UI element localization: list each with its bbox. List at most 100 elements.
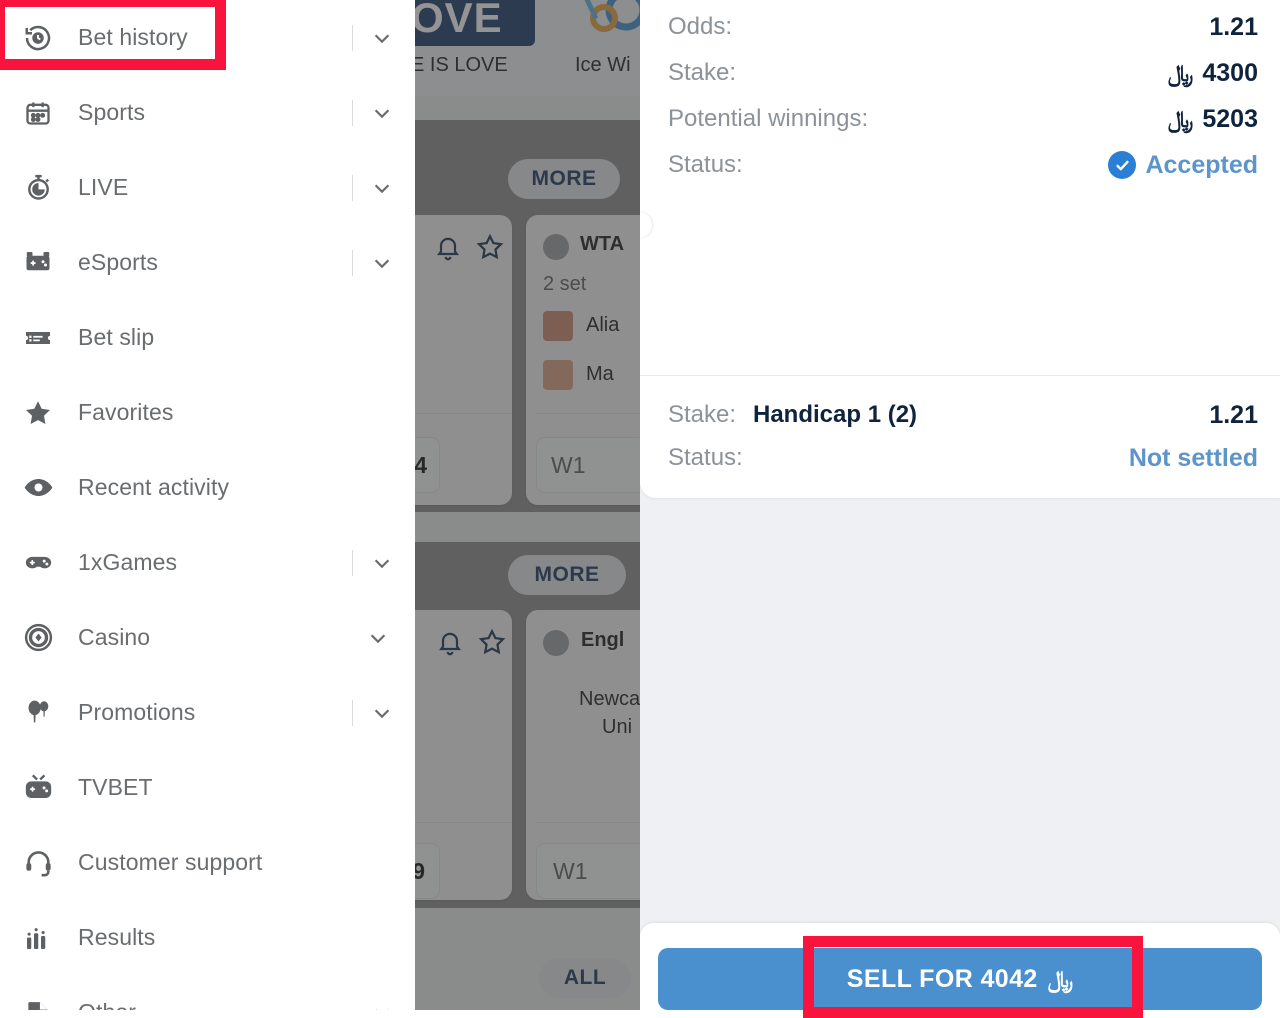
- sidebar-item-label: Customer support: [78, 849, 263, 875]
- banner-caption-left: E IS LOVE: [415, 54, 508, 76]
- chevron-down-icon[interactable]: [371, 27, 393, 49]
- selection-status-value: Not settled: [1128, 443, 1258, 472]
- stake-value: 4300: [1202, 58, 1258, 87]
- chevron-down-icon[interactable]: [371, 1002, 393, 1011]
- sidebar-item-label: Promotions: [78, 699, 196, 725]
- chevron-down-icon[interactable]: [367, 627, 389, 649]
- row-label: Stake:: [668, 59, 737, 86]
- row-value: ﷼ 5203: [1168, 105, 1258, 134]
- status-text: Accepted: [1145, 150, 1258, 179]
- odd-label: W1: [553, 857, 588, 884]
- sidebar-item-label: eSports: [78, 249, 158, 275]
- divider: [352, 174, 353, 201]
- action-bar: SELL FOR 4042 ﷼: [640, 923, 1280, 1010]
- currency-symbol: ﷼: [1047, 965, 1074, 992]
- calendar-icon: [18, 93, 58, 133]
- sidebar-item-expander[interactable]: [352, 546, 393, 580]
- sell-button[interactable]: SELL FOR 4042 ﷼: [658, 948, 1262, 1010]
- chevron-down-icon[interactable]: [371, 102, 393, 124]
- sidebar-item-bet-history[interactable]: Bet history: [0, 0, 415, 75]
- more-button-1[interactable]: MORE: [508, 159, 620, 199]
- sidebar-item-customer-support[interactable]: Customer support: [0, 825, 415, 900]
- sidebar-item-promotions[interactable]: Promotions: [0, 675, 415, 750]
- sidebar-item-expander[interactable]: [352, 246, 393, 280]
- history-icon: [18, 18, 58, 58]
- sidebar-item-expander: [392, 396, 393, 430]
- sidebar-item-expander: [392, 771, 393, 805]
- odd-button-newcastle[interactable]: W1: [536, 843, 640, 899]
- event-card-watford[interactable]: atford 6.9: [415, 610, 512, 900]
- player-name-2: Ma: [586, 363, 614, 385]
- event-card-melbourne[interactable]: elbourne y 1.74: [415, 215, 512, 505]
- row-value: 1.21: [1209, 13, 1258, 42]
- ticket-icon: [18, 318, 58, 358]
- sidebar-item-recent-activity[interactable]: Recent activity: [0, 450, 415, 525]
- sidebar-item-results[interactable]: Results: [0, 900, 415, 975]
- event-card-newcastle[interactable]: Engl Newca Uni W1: [526, 610, 640, 900]
- sidebar-item-expander[interactable]: [352, 996, 393, 1011]
- potential-winnings-value: 5203: [1202, 104, 1258, 133]
- event-card-wta[interactable]: WTA 2 set Alia Ma W1: [526, 215, 640, 505]
- sidebar-item-expander: [392, 846, 393, 880]
- detail-row-stake: Stake: ﷼ 4300: [640, 50, 1280, 96]
- star-icon[interactable]: [478, 628, 506, 656]
- sidebar-item-bet-slip[interactable]: Bet slip: [0, 300, 415, 375]
- sidebar-item-casino[interactable]: Casino: [0, 600, 415, 675]
- odd-button-melbourne[interactable]: 1.74: [415, 437, 440, 493]
- balloon-icon: [18, 693, 58, 733]
- banner-caption-right: Ice Wi: [575, 54, 631, 76]
- detail-row-potential-winnings: Potential winnings: ﷼ 5203: [640, 96, 1280, 142]
- check-circle-icon: [1108, 151, 1137, 179]
- currency-symbol: ﷼: [1167, 59, 1194, 86]
- star-icon: [18, 393, 58, 433]
- chevron-down-icon[interactable]: [371, 552, 393, 574]
- document-icon: [18, 993, 58, 1010]
- bell-icon[interactable]: [436, 628, 464, 656]
- bet-summary-card: Odds: 1.21 Stake: ﷼ 4300 Potential winni…: [640, 0, 1280, 498]
- headset-icon: [18, 843, 58, 883]
- divider: [352, 549, 353, 576]
- odd-button-watford[interactable]: 6.9: [415, 843, 440, 899]
- card-divider: [536, 413, 640, 414]
- selection-row-market: Stake: Handicap 1 (2) 1.21: [640, 392, 1280, 438]
- sidebar-item-tvbet[interactable]: TVBET: [0, 750, 415, 825]
- sidebar-item-esports[interactable]: eSports: [0, 225, 415, 300]
- sidebar-item-expander[interactable]: [352, 96, 393, 130]
- currency-symbol: ﷼: [1167, 105, 1194, 132]
- content-divider-2: [415, 512, 640, 542]
- tv-gamepad-icon: [18, 768, 58, 808]
- sidebar-item-1xgames[interactable]: 1xGames: [0, 525, 415, 600]
- star-icon[interactable]: [476, 233, 504, 261]
- sidebar-item-other[interactable]: Other: [0, 975, 415, 1010]
- gamepad-icon: [18, 543, 58, 583]
- bell-icon[interactable]: [434, 233, 462, 261]
- divider: [352, 99, 353, 126]
- selection-divider: [640, 375, 1280, 376]
- chevron-down-icon[interactable]: [371, 702, 393, 724]
- background-app-content: OVE E IS LOVE Ice Wi MORE elbourn: [415, 0, 640, 1010]
- sidebar-item-expander[interactable]: [352, 171, 393, 205]
- all-button[interactable]: ALL: [539, 958, 631, 998]
- chevron-down-icon[interactable]: [371, 177, 393, 199]
- sidebar-item-expander[interactable]: [352, 21, 393, 55]
- more-button-2[interactable]: MORE: [508, 555, 626, 595]
- bar-chart-icon: [18, 918, 58, 958]
- sidebar-item-expander: [392, 321, 393, 355]
- sidebar-item-sports[interactable]: Sports: [0, 75, 415, 150]
- sidebar-item-favorites[interactable]: Favorites: [0, 375, 415, 450]
- odd-button-wta[interactable]: W1: [536, 437, 640, 493]
- row-label: Potential winnings:: [668, 105, 869, 132]
- detail-row-odds: Odds: 1.21: [640, 4, 1280, 50]
- sell-label: SELL FOR 4042: [846, 964, 1038, 993]
- card-divider: [536, 822, 640, 823]
- selection-odd-value: 1.21: [1209, 400, 1258, 429]
- sidebar-item-expander[interactable]: [348, 621, 389, 655]
- row-label: Status:: [668, 151, 743, 178]
- row-value: ﷼ 4300: [1168, 59, 1258, 88]
- tennis-ball-icon: [543, 234, 569, 260]
- sidebar-item-expander[interactable]: [352, 696, 393, 730]
- selection-market: Handicap 1 (2): [753, 401, 918, 428]
- sidebar-item-label: Casino: [78, 624, 151, 650]
- chevron-down-icon[interactable]: [371, 252, 393, 274]
- sidebar-item-live[interactable]: LIVE: [0, 150, 415, 225]
